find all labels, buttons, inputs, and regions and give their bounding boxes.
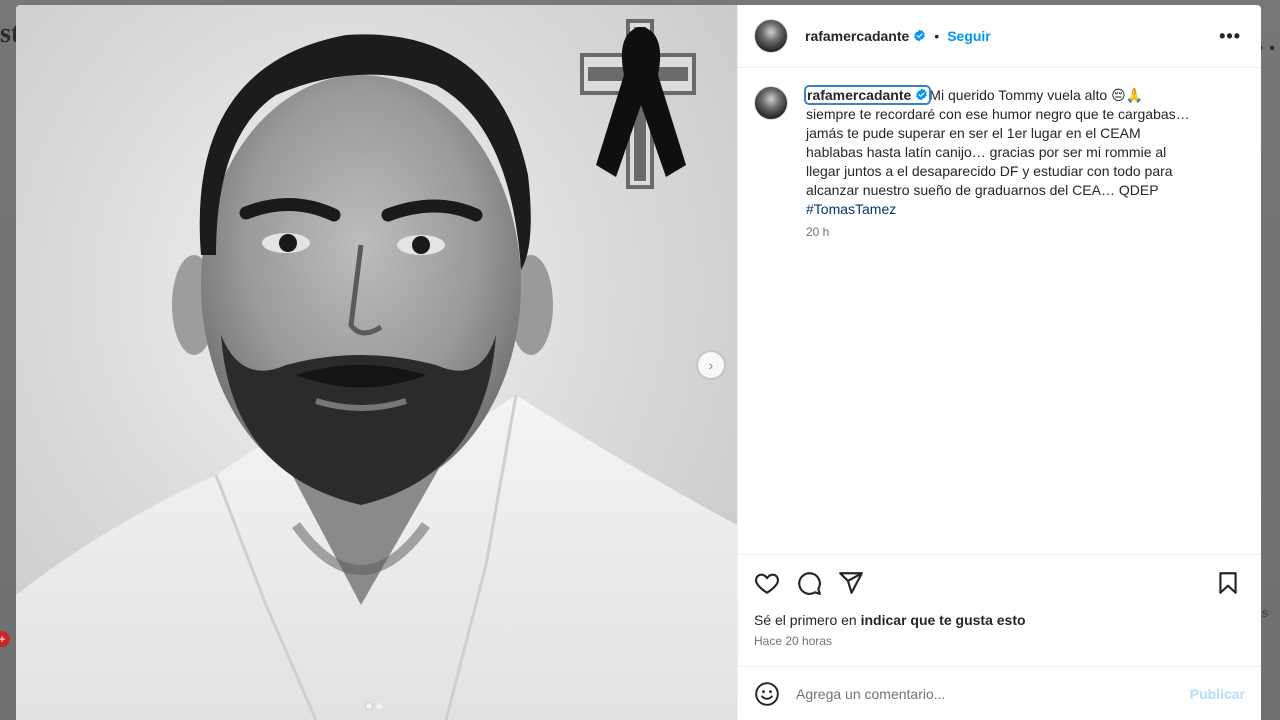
publish-button[interactable]: Publicar [1190,686,1245,702]
post-timestamp[interactable]: Hace 20 horas [754,634,1245,648]
action-bar [754,555,1245,611]
caption-username[interactable]: rafamercadante [803,85,932,105]
smiley-icon[interactable] [754,681,780,707]
verified-badge-icon [913,29,926,42]
caption-line: jamás te pude superar en ser el 1er luga… [806,125,1141,141]
caption-line: siempre te recordaré con ese humor negro… [806,106,1190,122]
caption-timestamp[interactable]: 20 h [806,225,1236,239]
caption-username-text: rafamercadante [807,87,912,103]
post-side-panel: rafamercadante • Seguir ••• rafamercadan… [737,5,1261,720]
caption-hashtag-link[interactable]: #TomasTamez [806,200,1236,219]
heart-icon[interactable] [754,570,780,596]
comment-bubble-icon[interactable] [796,570,822,596]
author-avatar[interactable] [754,19,788,53]
comment-composer: Publicar [738,666,1261,720]
caption-line: alcanzar nuestro sueño de graduarnos del… [806,182,1159,198]
carousel-dot [376,703,382,709]
caption-avatar[interactable] [754,86,788,120]
caption-body: rafamercadante Mi querido Tommy vuela alt… [803,85,1236,554]
carousel-indicator [366,703,382,709]
carousel-dot-active [366,703,372,709]
author-username-text: rafamercadante [805,28,910,44]
post-modal: › rafamercadante • Seguir ••• rafamercad… [16,5,1261,720]
bookmark-icon[interactable] [1215,570,1241,596]
post-media[interactable]: › [16,5,737,720]
caption-area[interactable]: rafamercadante Mi querido Tommy vuela alt… [738,68,1261,554]
post-header: rafamercadante • Seguir ••• [738,5,1261,68]
more-options-icon[interactable]: ••• [1219,27,1241,45]
caption-line: llegar juntos a el desaparecido DF y est… [806,163,1173,179]
likes-prefix: Sé el primero en [754,612,861,628]
paper-plane-icon[interactable] [838,570,864,596]
comment-input[interactable] [796,685,1190,702]
post-photo [16,19,737,720]
follow-button[interactable]: Seguir [947,28,991,44]
header-separator: • [934,28,940,44]
post-actions-section: Sé el primero en indicar que te gusta es… [738,554,1261,666]
author-username[interactable]: rafamercadante [805,28,926,44]
caption-line: Mi querido Tommy vuela alto 😔🙏 [929,87,1144,103]
background-text-fragment: s [1262,606,1268,620]
caption-text: rafamercadante Mi querido Tommy vuela alt… [803,85,1236,219]
likes-summary: Sé el primero en indicar que te gusta es… [754,611,1245,629]
verified-badge-icon [915,88,928,101]
caption-line: hablabas hasta latín canijo… gracias por… [806,144,1167,160]
likes-link[interactable]: indicar que te gusta esto [861,612,1026,628]
carousel-next-button[interactable]: › [698,352,724,378]
